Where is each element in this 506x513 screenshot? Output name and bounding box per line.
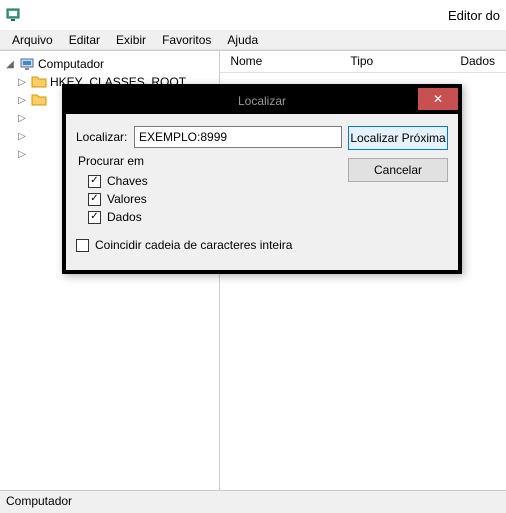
expand-icon[interactable]: ▷ [16, 77, 28, 88]
expand-icon[interactable]: ▷ [16, 131, 28, 142]
folder-icon [31, 92, 47, 108]
close-button[interactable]: ✕ [418, 88, 458, 110]
dialog-title: Localizar [238, 94, 286, 108]
checkbox-keys[interactable]: ✓ [88, 175, 101, 188]
checkbox-whole-string[interactable] [76, 239, 89, 252]
find-next-button[interactable]: Localizar Próxima [348, 126, 448, 150]
menu-arquivo[interactable]: Arquivo [4, 31, 61, 49]
dialog-body: Localizar: Localizar Próxima Cancelar Pr… [66, 114, 458, 270]
expand-icon[interactable]: ▷ [16, 149, 28, 160]
expand-icon[interactable]: ▷ [16, 95, 28, 106]
column-nome[interactable]: Nome [220, 51, 340, 72]
app-icon [6, 7, 22, 23]
checkbox-keys-label: Chaves [107, 174, 148, 188]
menu-editar[interactable]: Editar [61, 31, 108, 49]
cancel-button[interactable]: Cancelar [348, 158, 448, 182]
menu-favoritos[interactable]: Favoritos [154, 31, 219, 49]
dialog-titlebar[interactable]: Localizar ✕ [66, 88, 458, 114]
computer-icon [19, 56, 35, 72]
find-input[interactable] [134, 126, 342, 148]
menubar: Arquivo Editar Exibir Favoritos Ajuda [0, 30, 506, 50]
find-dialog: Localizar ✕ Localizar: Localizar Próxima… [62, 84, 462, 274]
tree-root-label: Computador [38, 57, 104, 71]
column-tipo[interactable]: Tipo [340, 51, 450, 72]
list-header: Nome Tipo Dados [220, 51, 506, 73]
window-title: Editor do [30, 8, 506, 23]
menu-ajuda[interactable]: Ajuda [219, 31, 266, 49]
close-icon: ✕ [433, 92, 443, 106]
statusbar: Computador [0, 490, 506, 512]
column-dados[interactable]: Dados [450, 51, 506, 72]
collapse-icon[interactable]: ◢ [4, 59, 16, 70]
folder-icon [31, 74, 47, 90]
checkbox-data-label: Dados [107, 210, 142, 224]
checkbox-values-label: Valores [107, 192, 147, 206]
expand-icon[interactable]: ▷ [16, 113, 28, 124]
checkbox-values[interactable]: ✓ [88, 193, 101, 206]
checkbox-whole-string-label: Coincidir cadeia de caracteres inteira [95, 238, 292, 252]
tree-root[interactable]: ◢ Computador [2, 55, 217, 73]
menu-exibir[interactable]: Exibir [108, 31, 154, 49]
find-label: Localizar: [76, 130, 134, 144]
checkbox-data[interactable]: ✓ [88, 211, 101, 224]
titlebar: Editor do [0, 0, 506, 30]
